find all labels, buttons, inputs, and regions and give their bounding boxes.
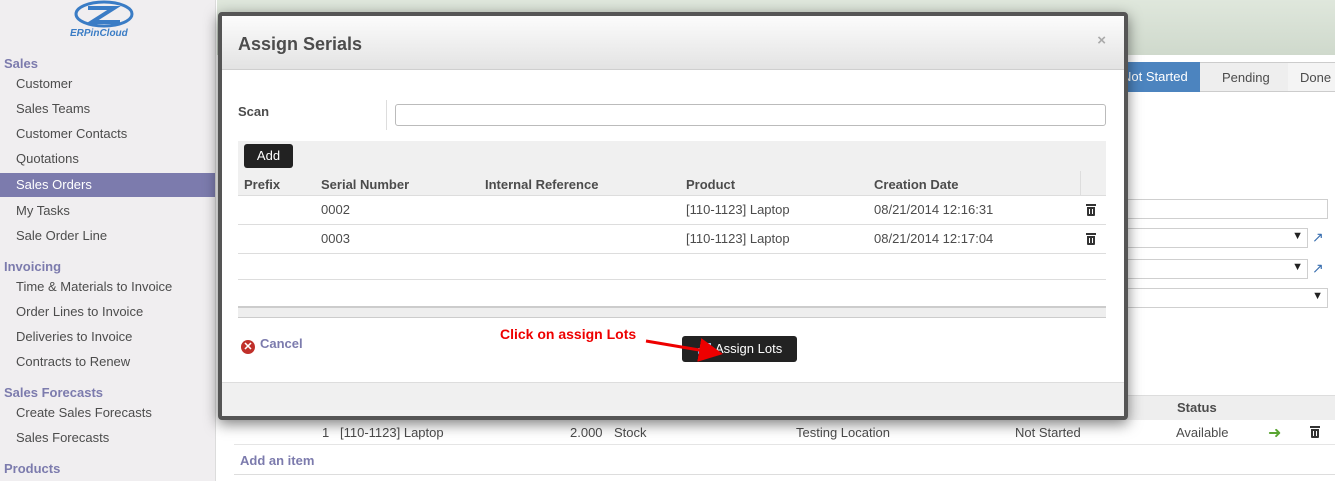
scan-input[interactable] <box>395 104 1106 126</box>
assign-lots-button[interactable]: Assign Lots <box>682 336 797 362</box>
divider <box>386 100 387 130</box>
sidebar-item-create-sales-forecasts[interactable]: Create Sales Forecasts <box>0 401 215 425</box>
sidebar-item-quotations[interactable]: Quotations <box>0 147 215 171</box>
divider <box>1080 171 1081 195</box>
sidebar-item-sales-orders[interactable]: Sales Orders <box>0 173 215 197</box>
cell-serial-number: 0002 <box>321 202 350 217</box>
erpincloud-logo[interactable]: ERPinCloud <box>68 0 138 44</box>
sidebar-section-sales-forecasts[interactable]: Sales Forecasts <box>4 385 103 400</box>
serials-grid: Add Prefix Serial Number Internal Refere… <box>238 141 1106 280</box>
assign-serials-dialog: Assign Serials × Scan Add Prefix Serial … <box>218 12 1128 420</box>
sidebar-item-customer[interactable]: Customer <box>0 72 215 96</box>
cell-creation-date: 08/21/2014 12:17:04 <box>874 231 994 246</box>
sidebar-section-products[interactable]: Products <box>4 461 60 476</box>
sidebar-section-sales[interactable]: Sales <box>4 56 38 71</box>
cancel-button[interactable]: ✕ Cancel <box>241 336 303 354</box>
assign-lots-label: Assign Lots <box>715 341 783 356</box>
sidebar-item-sale-order-line[interactable]: Sale Order Line <box>0 224 215 248</box>
dialog-header: Assign Serials × <box>222 16 1124 70</box>
grid-footer <box>238 306 1106 318</box>
cell-creation-date: 08/21/2014 12:16:31 <box>874 202 994 217</box>
table-row[interactable]: 0003 [110-1123] Laptop 08/21/2014 12:17:… <box>238 225 1106 254</box>
sidebar-item-sales-teams[interactable]: Sales Teams <box>0 97 215 121</box>
sidebar-item-sales-forecasts[interactable]: Sales Forecasts <box>0 426 215 450</box>
dialog-title: Assign Serials <box>238 34 363 54</box>
sidebar-section-invoicing[interactable]: Invoicing <box>4 259 61 274</box>
sidebar-item-customer-contacts[interactable]: Customer Contacts <box>0 122 215 146</box>
assign-icon <box>698 343 711 354</box>
sidebar-item-deliveries-to-invoice[interactable]: Deliveries to Invoice <box>0 325 215 349</box>
cancel-label: Cancel <box>260 336 303 351</box>
scan-label: Scan <box>238 104 270 119</box>
sidebar-item-contracts-to-renew[interactable]: Contracts to Renew <box>0 350 215 374</box>
cell-product: [110-1123] Laptop <box>686 202 790 217</box>
sidebar-item-time-materials[interactable]: Time & Materials to Invoice <box>0 275 215 299</box>
sidebar: ERPinCloud Sales Customer Sales Teams Cu… <box>0 0 216 481</box>
column-header-serial-number[interactable]: Serial Number <box>321 177 409 192</box>
column-header-product[interactable]: Product <box>686 177 735 192</box>
cancel-icon: ✕ <box>241 340 255 354</box>
logo-swoosh-icon <box>74 0 134 28</box>
trash-icon[interactable] <box>1086 233 1096 245</box>
cell-serial-number: 0003 <box>321 231 350 246</box>
column-header-internal-reference[interactable]: Internal Reference <box>485 177 598 192</box>
trash-icon[interactable] <box>1086 204 1096 216</box>
sidebar-item-order-lines-to-invoice[interactable]: Order Lines to Invoice <box>0 300 215 324</box>
annotation-text: Click on assign Lots <box>500 326 637 342</box>
column-header-prefix[interactable]: Prefix <box>244 177 280 192</box>
add-button[interactable]: Add <box>244 144 293 168</box>
cell-product: [110-1123] Laptop <box>686 231 790 246</box>
close-icon[interactable]: × <box>1097 32 1106 49</box>
grid-header: Add Prefix Serial Number Internal Refere… <box>238 141 1106 196</box>
sidebar-item-my-tasks[interactable]: My Tasks <box>0 199 215 223</box>
column-header-creation-date[interactable]: Creation Date <box>874 177 959 192</box>
empty-row <box>238 254 1106 280</box>
logo-text: ERPinCloud <box>70 28 128 39</box>
table-row[interactable]: 0002 [110-1123] Laptop 08/21/2014 12:16:… <box>238 196 1106 225</box>
dialog-footer <box>222 382 1124 416</box>
